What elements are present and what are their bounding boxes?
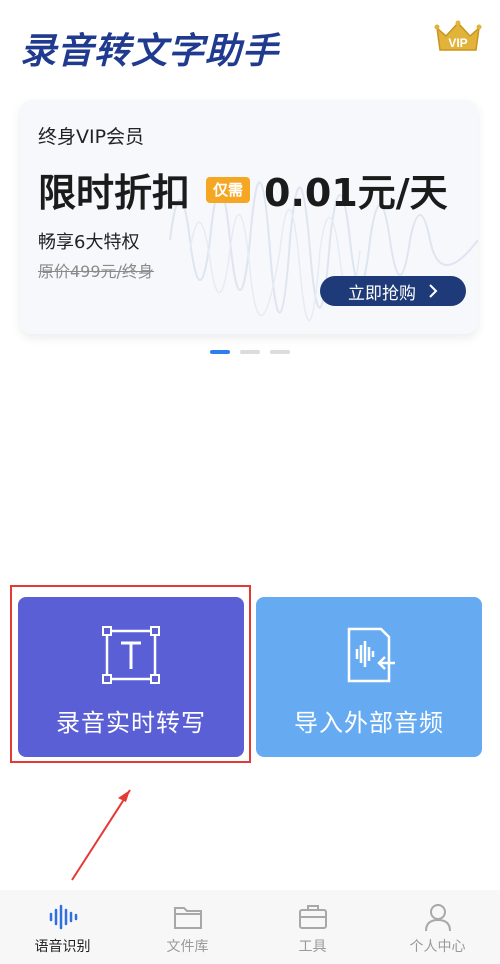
record-transcribe-label: 录音实时转写 [56, 709, 206, 737]
buy-now-button[interactable]: 立即抢购 [320, 276, 466, 306]
promo-perks: 畅享6大特权 [38, 232, 140, 253]
vip-promo-card[interactable]: 终身VIP会员 限时折扣 仅需 0.01元/天 畅享6大特权 原价499元/终身… [20, 100, 478, 334]
tab-file-library[interactable]: 文件库 [125, 890, 250, 964]
pointer-arrow [71, 789, 131, 881]
tab-tools[interactable]: 工具 [250, 890, 375, 964]
tab-voice-recognition[interactable]: 语音识别 [0, 890, 125, 964]
vip-crown-icon[interactable]: VIP [434, 20, 482, 54]
tab-personal-center[interactable]: 个人中心 [375, 890, 500, 964]
tab-label: 文件库 [166, 939, 209, 955]
tab-label: 工具 [298, 939, 327, 955]
bottom-tab-bar: 语音识别 文件库 工具 个人中心 [0, 890, 500, 964]
pager-dot[interactable] [240, 350, 260, 354]
tab-label: 个人中心 [409, 939, 466, 955]
promo-headline: 限时折扣 [38, 171, 191, 215]
promo-badge: 仅需 [206, 177, 251, 203]
vip-badge-text: VIP [448, 36, 467, 50]
import-audio-button[interactable]: 导入外部音频 [256, 597, 482, 757]
tab-label: 语音识别 [34, 939, 91, 955]
voice-wave-icon [49, 904, 77, 930]
text-frame-icon [102, 626, 160, 684]
pager-dot[interactable] [210, 350, 230, 354]
promo-price: 0.01元/天 [264, 171, 448, 215]
pager-dot[interactable] [270, 350, 290, 354]
chevron-right-icon [429, 284, 438, 298]
folder-icon [173, 907, 202, 929]
audio-file-import-icon [347, 627, 395, 683]
toolbox-icon [298, 905, 327, 929]
promo-subtitle: 终身VIP会员 [38, 126, 145, 148]
buy-now-label: 立即抢购 [348, 283, 416, 304]
person-icon [424, 904, 451, 932]
promo-original-price: 原价499元/终身 [38, 262, 154, 281]
record-transcribe-button[interactable]: 录音实时转写 [18, 597, 244, 757]
carousel-pager [210, 350, 290, 354]
import-audio-label: 导入外部音频 [294, 709, 444, 737]
app-title: 录音转文字助手 [20, 31, 280, 72]
